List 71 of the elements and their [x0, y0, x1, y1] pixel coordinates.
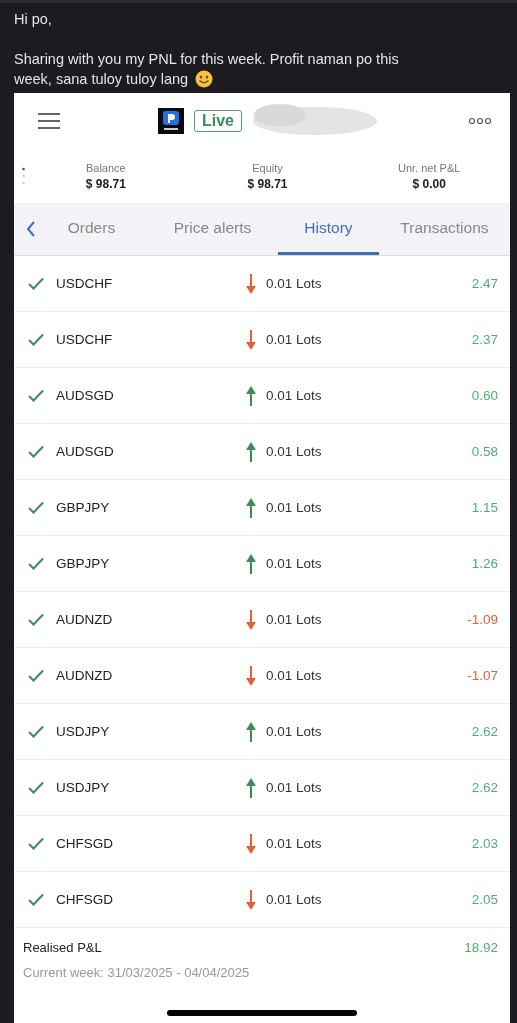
lot-size: 0.01 Lots [266, 556, 323, 571]
symbol-text: CHFSGD [56, 836, 114, 851]
check-icon [28, 389, 44, 402]
symbol-text: GBPJPY [56, 500, 111, 515]
tab[interactable]: Price alerts [146, 203, 279, 255]
pnl-value: 2.47 [471, 276, 498, 291]
check-icon [28, 613, 44, 626]
tab[interactable]: Transactions [378, 203, 510, 255]
stat-label: Equity [252, 161, 283, 174]
stat-label: Balance [85, 161, 126, 174]
lot-size: 0.01 Lots [266, 780, 323, 795]
symbol-text: AUDNZD [56, 612, 114, 627]
check-icon [28, 445, 44, 458]
check-icon [28, 669, 44, 682]
app-logo-icon [158, 108, 184, 134]
lot-size: 0.01 Lots [266, 500, 323, 515]
symbol-text: USDCHF [56, 332, 114, 347]
message-text: Sharing with you my PNL for this week. Profit naman po this [14, 50, 399, 69]
symbol-text: CHFSGD [56, 892, 114, 907]
check-icon [28, 501, 44, 514]
message-text: week, sana tuloy tuloy lang [14, 70, 189, 89]
symbol-text: AUDSGD [56, 444, 115, 459]
summary-label: Realised P&L [23, 940, 102, 955]
stat-value: $ 0.00 [412, 176, 446, 191]
pnl-value: 2.05 [471, 892, 498, 907]
check-icon [28, 781, 44, 794]
symbol-text: AUDNZD [56, 668, 114, 683]
stat-value: $ 98.71 [85, 176, 126, 191]
page-dots-icon [22, 167, 25, 185]
check-icon [28, 837, 44, 850]
check-icon [28, 557, 44, 570]
menu-icon[interactable] [38, 113, 60, 129]
symbol-text: GBPJPY [56, 556, 111, 571]
symbol-text: USDJPY [56, 724, 111, 739]
back-icon[interactable] [26, 221, 36, 237]
pnl-value: 0.58 [471, 444, 498, 459]
pnl-value: -1.09 [467, 612, 498, 627]
tab[interactable]: History [278, 203, 379, 255]
stat-value: $ 98.71 [247, 176, 288, 191]
lot-size: 0.01 Lots [266, 668, 323, 683]
check-icon [28, 333, 44, 346]
pnl-value: 2.37 [471, 332, 498, 347]
live-badge: Live [194, 110, 242, 132]
symbol-text: AUDSGD [56, 388, 115, 403]
lot-size: 0.01 Lots [266, 612, 323, 627]
symbol-text: USDJPY [56, 780, 111, 795]
pnl-value: 2.62 [471, 780, 498, 795]
lot-size: 0.01 Lots [266, 276, 323, 291]
period-text: Current week: 31/03/2025 - 04/04/2025 [23, 965, 251, 980]
check-icon [28, 277, 44, 290]
more-icon[interactable] [468, 117, 492, 125]
symbol-text: USDCHF [56, 276, 114, 291]
lot-size: 0.01 Lots [266, 892, 323, 907]
lot-size: 0.01 Lots [266, 444, 323, 459]
summary-value: 18.92 [464, 940, 498, 955]
lot-size: 0.01 Lots [266, 836, 323, 851]
lot-size: 0.01 Lots [266, 724, 323, 739]
lot-size: 0.01 Lots [266, 332, 323, 347]
pnl-value: 2.62 [471, 724, 498, 739]
check-icon [28, 725, 44, 738]
lot-size: 0.01 Lots [266, 388, 323, 403]
smiley-icon [195, 70, 214, 88]
pnl-value: 1.15 [471, 500, 498, 515]
pnl-value: -1.07 [467, 668, 498, 683]
check-icon [28, 893, 44, 906]
pnl-value: 0.60 [471, 388, 498, 403]
pnl-value: 1.26 [471, 556, 498, 571]
tab[interactable]: Orders [36, 203, 147, 255]
message-greeting: Hi po, [14, 10, 53, 29]
stat-label: Unr. net P&L [398, 161, 461, 174]
pnl-value: 2.03 [471, 836, 498, 851]
